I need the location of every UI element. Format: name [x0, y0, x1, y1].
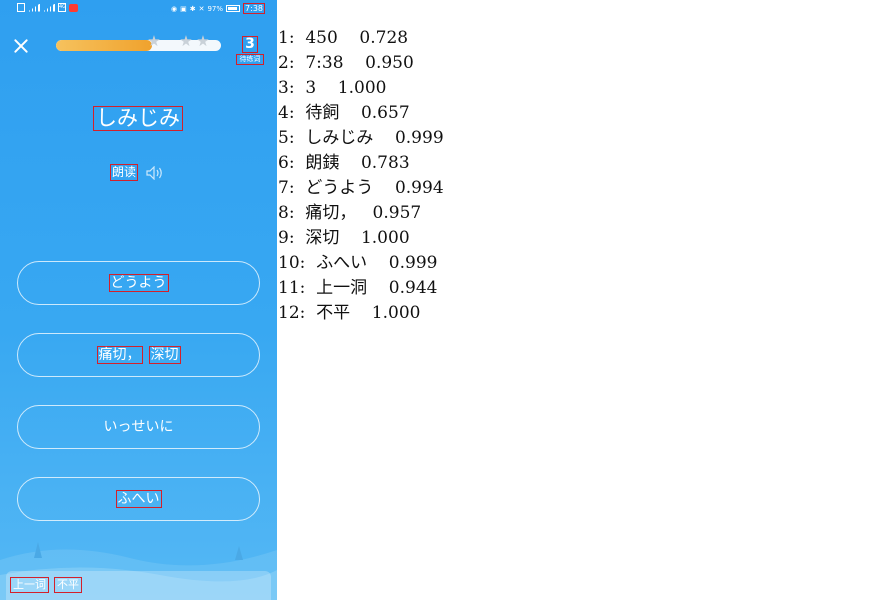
star-icon: ★ [196, 32, 210, 50]
bottom-bar: 上一词 不平 [6, 571, 271, 600]
ocr-result-line: 9: 深切 1.000 [278, 228, 410, 248]
star-icon: ★ [147, 32, 161, 50]
status-time: 7:38 [243, 3, 265, 14]
ocr-result-line: 11: 上一洞 0.944 [278, 278, 438, 298]
previous-word-button[interactable]: 上一词 [10, 577, 49, 593]
progress-fill [56, 40, 152, 51]
counter-number: 3 [242, 36, 258, 53]
bluetooth-icon: ✱ [189, 4, 196, 13]
battery-percent: 97% [207, 4, 224, 13]
read-aloud-label: 朗读 [110, 164, 139, 181]
answer-option-3[interactable]: いっせいに [17, 405, 260, 449]
option-text: いっせいに [103, 419, 174, 435]
star-icon: ★ [179, 32, 193, 50]
answer-option-4[interactable]: ふへい [17, 477, 260, 521]
nfc-icon: ▣ [180, 4, 187, 13]
network-label: 4G [58, 3, 67, 12]
option-text: 痛切， [96, 346, 143, 364]
previous-word-meaning: 不平 [54, 577, 82, 593]
answer-option-1[interactable]: どうよう [17, 261, 260, 305]
ocr-result-line: 12: 不平 1.000 [278, 303, 421, 323]
counter-label: 待练词 [236, 54, 264, 65]
ocr-result-line: 8: 痛切， 0.957 [278, 203, 422, 223]
battery-icon [226, 5, 241, 12]
ocr-result-line: 5: しみじみ 0.999 [278, 128, 444, 148]
ocr-result-line: 10: ふへい 0.999 [278, 253, 438, 273]
signal-icon-2 [43, 3, 55, 12]
quiz-word: しみじみ [93, 106, 183, 131]
option-text: ふへい [115, 490, 162, 508]
ocr-result-line: 2: 7:38 0.950 [278, 53, 414, 73]
ocr-result-line: 6: 朗銕 0.783 [278, 153, 410, 173]
answer-option-2[interactable]: 痛切， 深切 [17, 333, 260, 377]
ocr-result-line: 3: 3 1.000 [278, 78, 387, 98]
option-text: どうよう [108, 274, 169, 292]
read-aloud[interactable]: 朗读 [110, 164, 164, 181]
notification-badge-icon [69, 3, 78, 12]
signal-icon [28, 3, 40, 12]
status-bar: 4G ◉ ▣ ✱ ✕ 97% 7:38 [0, 0, 277, 20]
phone-screen: 4G ◉ ▣ ✱ ✕ 97% 7:38 ★ ★ ★ 3 待练词 しみじみ 朗读 … [0, 0, 277, 600]
ocr-result-line: 7: どうよう 0.994 [278, 178, 444, 198]
close-button[interactable] [10, 35, 32, 57]
eye-icon: ◉ [170, 4, 178, 13]
status-left: 4G [17, 3, 78, 12]
ocr-result-line: 4: 待飼 0.657 [278, 103, 410, 123]
status-right: ◉ ▣ ✱ ✕ 97% 7:38 [171, 3, 265, 14]
pending-words-counter[interactable]: 3 待练词 [236, 33, 264, 65]
network-type-icon [17, 3, 25, 12]
option-text: 深切 [148, 346, 181, 364]
mute-icon: ✕ [198, 4, 205, 13]
ocr-results-list: 1: 450 0.728 2: 7:38 0.950 3: 3 1.000 4: 待飼… [278, 26, 444, 326]
ocr-result-line: 1: 450 0.728 [278, 28, 409, 48]
speaker-icon[interactable] [146, 165, 164, 180]
